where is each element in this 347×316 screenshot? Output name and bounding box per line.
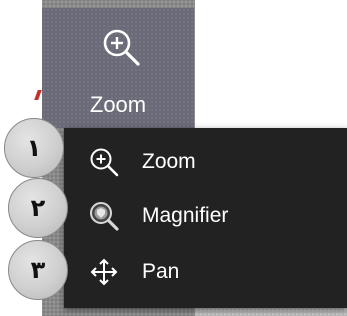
menu-item-magnifier[interactable]: Magnifier — [64, 190, 347, 240]
step-badge-3: ٣ — [8, 240, 68, 300]
zoom-icon — [103, 29, 140, 66]
zoom-ribbon-button[interactable]: Zoom — [42, 8, 194, 128]
ribbon-empty-area — [195, 0, 347, 128]
zoom-ribbon-label: Zoom — [89, 92, 147, 117]
menu-item-label: Magnifier — [142, 204, 229, 227]
menu-item-zoom[interactable]: Zoom — [64, 136, 347, 186]
step-badge-2: ٢ — [8, 178, 68, 238]
magnifier-icon — [90, 202, 119, 231]
zoom-dropdown-menu: Zoom Magnifier Pan — [64, 128, 347, 308]
menu-item-label: Zoom — [142, 150, 196, 173]
menu-item-label: Pan — [142, 260, 180, 283]
zoom-icon — [90, 148, 119, 177]
menu-item-pan[interactable]: Pan — [64, 246, 347, 296]
step-badge-1: ١ — [4, 118, 64, 178]
pan-icon — [90, 258, 118, 286]
